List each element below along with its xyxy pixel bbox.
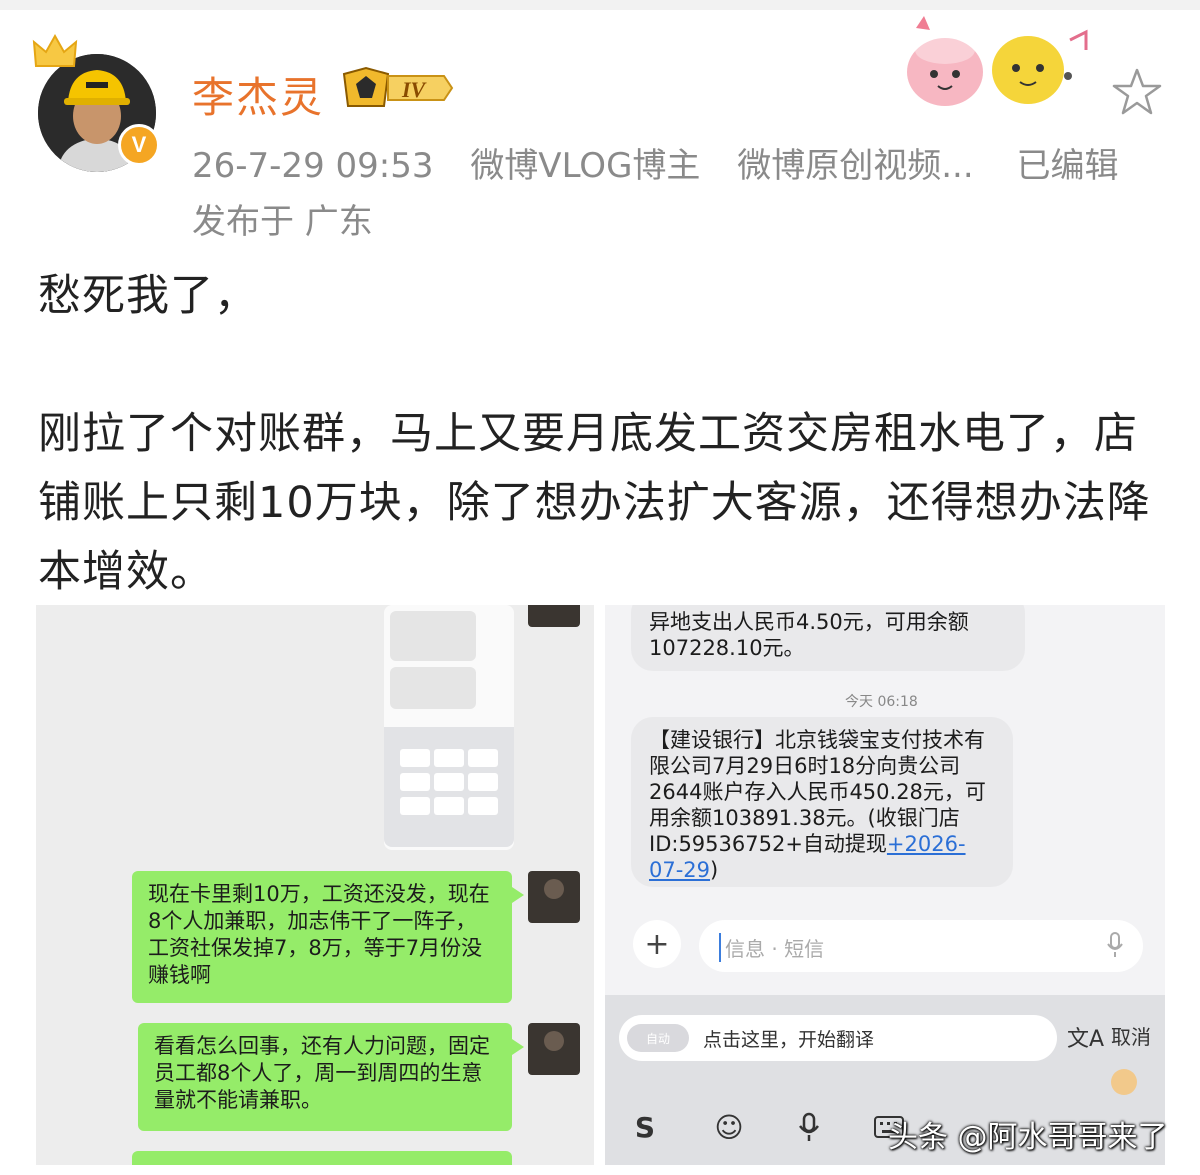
post-timestamp: 26-7-29 09:53 <box>192 146 434 186</box>
translate-hint[interactable]: 点击这里，开始翻译 <box>703 1025 874 1052</box>
sms-message: 【建设银行】北京钱袋宝支付技术有限公司7月29日6时18分向贵公司2644账户存… <box>631 717 1013 887</box>
chat-message-partial <box>132 1151 512 1165</box>
sms-screenshot[interactable]: 异地支出人民币4.50元，可用余额107228.10元。 今天 06:18 【建… <box>605 605 1165 1165</box>
post-location: 发布于 广东 <box>192 202 373 242</box>
crown-icon <box>32 33 78 67</box>
level-text: IV <box>401 77 428 102</box>
post-source-2[interactable]: 微博原创视频... <box>737 146 973 186</box>
chat-message: 现在卡里剩10万，工资还没发，现在8个人加兼职，加志伟干了一阵子，工资社保发掉7… <box>132 871 524 1003</box>
favorite-star-icon[interactable] <box>1110 66 1164 120</box>
emoji-sticker-icon[interactable] <box>1111 1069 1137 1095</box>
username[interactable]: 李杰灵 <box>192 64 324 125</box>
avatar[interactable]: V <box>32 33 160 172</box>
translate-auto-chip[interactable]: 自动 <box>627 1024 689 1052</box>
translate-bar[interactable]: 自动 点击这里，开始翻译 <box>619 1015 1057 1061</box>
sms-time-label: 今天 06:18 <box>845 694 918 710</box>
mic-icon[interactable] <box>1107 932 1123 958</box>
post-source-1[interactable]: 微博VLOG博主 <box>470 146 700 186</box>
cartoon-stickers-icon <box>907 16 1088 106</box>
post-body: 愁死我了， 刚拉了个对账群，马上又要月底发工资交房租水电了，店铺账上只剩10万块… <box>38 262 1168 607</box>
level-badge-icon: IV <box>342 66 454 107</box>
sms-input[interactable]: 信息 · 短信 <box>699 920 1143 972</box>
sms-input-placeholder: 信息 · 短信 <box>719 933 824 962</box>
chat-message: 看看怎么回事，还有人力问题，固定员工都8个人了，周一到周四的生意量就不能请兼职。 <box>138 1023 524 1131</box>
emoji-icon[interactable]: ☺ <box>709 1107 749 1147</box>
post-text-line-1: 愁死我了， <box>38 271 258 321</box>
post-meta: 26-7-29 09:53 微博VLOG博主 微博原创视频... 已编辑 <box>192 138 1144 187</box>
sogou-logo-icon[interactable]: S <box>625 1107 665 1147</box>
contact-avatar <box>528 871 580 923</box>
translate-icon[interactable]: 文A <box>1067 1021 1104 1053</box>
add-attachment-button[interactable]: + <box>633 920 681 968</box>
edited-label[interactable]: 已编辑 <box>1016 146 1118 186</box>
verified-v-icon: V <box>118 124 160 166</box>
sms-message: 异地支出人民币4.50元，可用余额107228.10元。 <box>631 605 1025 671</box>
post-text-paragraph-2: 刚拉了个对账群，马上又要月底发工资交房租水电了，店铺账上只剩10万块，除了想办法… <box>38 409 1151 597</box>
watermark: 头条 @阿水哥哥来了 <box>888 1120 1168 1155</box>
voice-icon[interactable] <box>789 1107 829 1147</box>
top-strip <box>0 0 1200 10</box>
sms-message-end: ) <box>710 858 719 882</box>
phone-thumbnail <box>384 605 514 850</box>
cancel-button[interactable]: 取消 <box>1111 1021 1151 1050</box>
contact-avatar <box>528 605 580 627</box>
contact-avatar <box>528 1023 580 1075</box>
wechat-screenshot[interactable]: 现在卡里剩10万，工资还没发，现在8个人加兼职，加志伟干了一阵子，工资社保发掉7… <box>36 605 594 1165</box>
